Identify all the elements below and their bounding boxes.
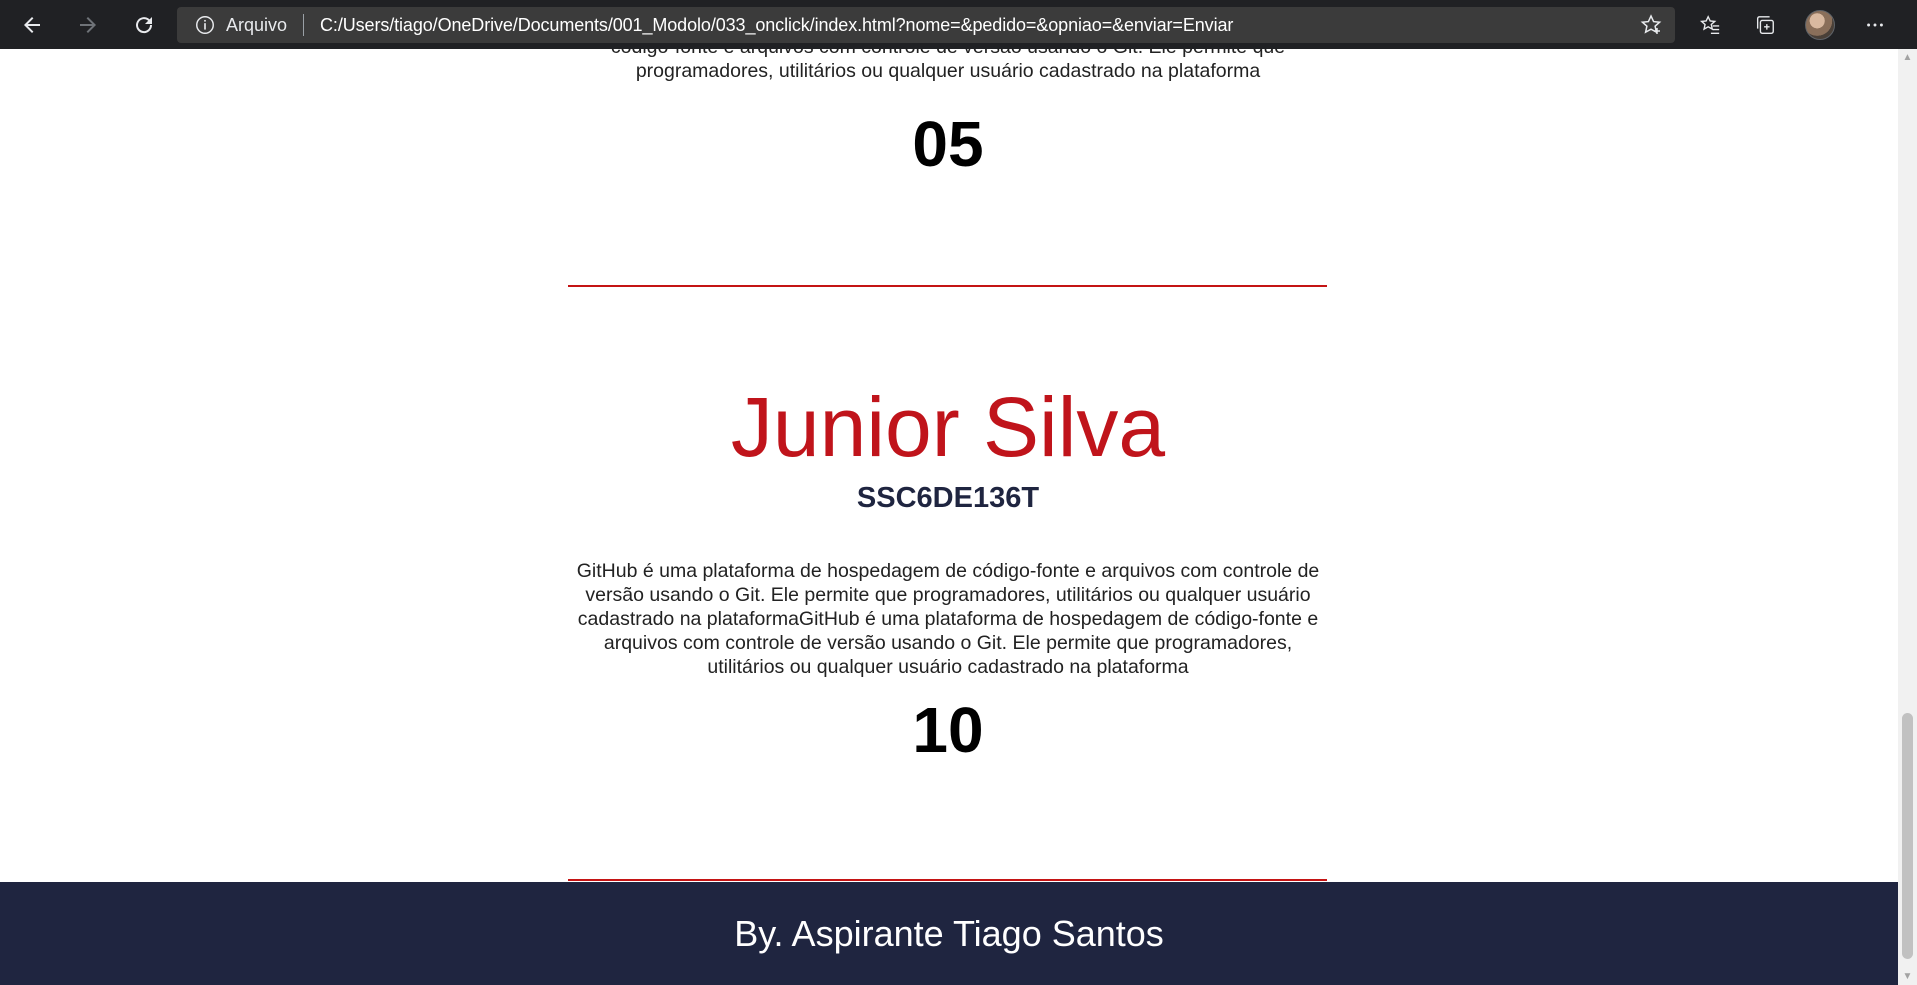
- card-description: GitHub é uma plataforma de hospedagem de…: [576, 560, 1320, 678]
- scroll-up-arrow-icon[interactable]: ▲: [1898, 49, 1917, 66]
- collections-button[interactable]: [1745, 5, 1785, 45]
- more-button[interactable]: [1855, 5, 1895, 45]
- favorites-icon: [1699, 14, 1720, 34]
- page-footer: By. Aspirante Tiago Santos: [0, 882, 1898, 985]
- page-viewport: código-fonte e arquivos com controle de …: [0, 49, 1898, 985]
- address-divider: [303, 14, 305, 36]
- favorites-button[interactable]: [1690, 5, 1730, 45]
- browser-toolbar: Arquivo C:/Users/tiago/OneDrive/Document…: [0, 0, 1917, 49]
- footer-text: By. Aspirante Tiago Santos: [734, 912, 1164, 954]
- scroll-down-arrow-icon[interactable]: ▼: [1898, 968, 1917, 985]
- back-icon: [24, 16, 40, 33]
- add-favorite-icon[interactable]: [1639, 13, 1663, 37]
- vertical-scrollbar[interactable]: ▲ ▼: [1898, 49, 1917, 985]
- card-separator: [568, 879, 1327, 881]
- previous-card-description: código-fonte e arquivos com controle de …: [611, 49, 1285, 82]
- refresh-icon: [136, 16, 153, 33]
- url-text[interactable]: C:/Users/tiago/OneDrive/Documents/001_Mo…: [320, 15, 1233, 36]
- card-code: SSC6DE136T: [856, 482, 1040, 514]
- scrollbar-thumb[interactable]: [1902, 713, 1913, 959]
- profile-avatar: [1805, 9, 1835, 40]
- address-bar[interactable]: Arquivo C:/Users/tiago/OneDrive/Document…: [177, 7, 1675, 43]
- refresh-button[interactable]: [124, 5, 164, 45]
- card-name: Junior Silva: [730, 380, 1166, 474]
- info-icon[interactable]: [194, 14, 216, 36]
- forward-icon: [80, 16, 96, 33]
- toolbar-actions: [1690, 0, 1910, 49]
- site-info-label[interactable]: Arquivo: [226, 15, 287, 36]
- card-score: 10: [912, 694, 984, 766]
- more-icon: [1867, 23, 1883, 26]
- card-separator: [568, 285, 1327, 287]
- back-button[interactable]: [12, 5, 52, 45]
- profile-button[interactable]: [1800, 5, 1840, 45]
- collections-icon: [1756, 15, 1774, 34]
- forward-button[interactable]: [68, 5, 108, 45]
- previous-card-score: 05: [912, 108, 984, 180]
